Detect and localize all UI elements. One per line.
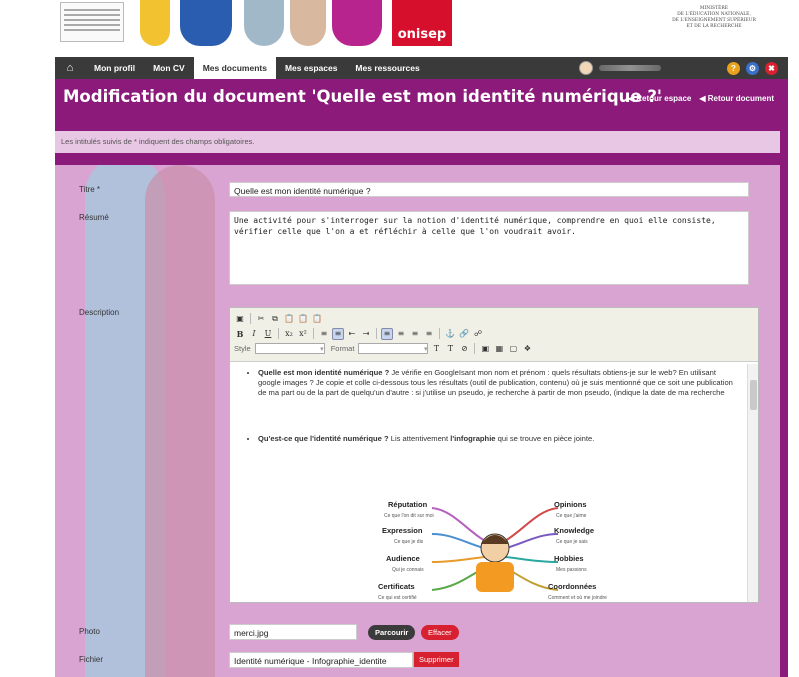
infographic-label: Audience <box>386 554 420 563</box>
infographic-label: Opinions <box>554 500 587 509</box>
source-icon[interactable]: ▣ <box>234 313 246 325</box>
header-banner: onisep MINISTÈRE DE L'ÉDUCATION NATIONAL… <box>0 0 799 57</box>
logout-icon[interactable]: ✖ <box>765 61 778 75</box>
format-select[interactable]: ▾ <box>358 343 429 354</box>
file-input[interactable]: Identité numérique - Infographie_identit… <box>229 652 413 668</box>
infographic-sub: Ce que j'aime <box>556 513 587 519</box>
decorative-silhouette <box>145 165 215 677</box>
infographic-label: Coordonnées <box>548 582 597 591</box>
outdent-icon[interactable]: ⇤ <box>346 328 358 340</box>
rich-text-editor: ▣ ✂ ⧉ 📋 📋 📋 B I U x₂ x² ≡ ≡ ⇤ ⇥ ≡ ≡ ≡ ≡ … <box>229 307 759 603</box>
photo-input[interactable]: merci.jpg <box>229 624 357 640</box>
infographic-label: Knowledge <box>554 526 595 535</box>
nav-mes-documents[interactable]: Mes documents <box>193 57 276 79</box>
bulleted-list-icon[interactable]: ≡ <box>332 327 344 340</box>
subscript-icon[interactable]: x₂ <box>283 328 295 340</box>
file-label: Fichier <box>79 655 104 664</box>
home-icon[interactable]: ⌂ <box>55 57 85 79</box>
justify-icon[interactable]: ≡ <box>423 328 435 340</box>
page-title: Modification du document 'Quelle est mon… <box>63 87 662 106</box>
unlink-icon[interactable]: ☍ <box>472 328 484 340</box>
ministry-crest-logo <box>60 2 124 42</box>
chevron-down-icon: ▾ <box>320 345 324 353</box>
delete-file-button[interactable]: Supprimer <box>414 652 459 667</box>
infographic-label: Certificats <box>378 582 415 591</box>
italic-icon[interactable]: I <box>248 328 260 340</box>
nav-mon-profil[interactable]: Mon profil <box>85 57 144 79</box>
infographic-label: Expression <box>382 526 423 535</box>
paste-word-icon[interactable]: 📋 <box>311 313 323 325</box>
decorative-letter <box>332 0 382 46</box>
paste-icon[interactable]: 📋 <box>283 313 295 325</box>
ministry-label: MINISTÈRE DE L'ÉDUCATION NATIONALE, DE L… <box>672 6 756 29</box>
copy-icon[interactable]: ⧉ <box>269 313 281 325</box>
underline-icon[interactable]: U <box>262 328 274 340</box>
link-icon[interactable]: 🔗 <box>458 328 470 340</box>
help-icon[interactable]: ? <box>727 61 740 75</box>
align-center-icon[interactable]: ≡ <box>395 328 407 340</box>
cut-icon[interactable]: ✂ <box>255 313 267 325</box>
infographic-sub: Ce que je dis <box>394 539 424 545</box>
format-label: Format <box>330 344 355 353</box>
decorative-letter <box>244 0 284 46</box>
onisep-logo[interactable]: onisep <box>392 0 452 46</box>
main-nav: ⌂ Mon profil Mon CV Mes documents Mes es… <box>55 57 788 79</box>
blocks-icon[interactable]: ❖ <box>521 343 533 355</box>
settings-gear-icon[interactable]: ⚙ <box>746 61 759 75</box>
superscript-icon[interactable]: x² <box>297 328 309 340</box>
infographic-sub: Comment et où me joindre <box>548 595 607 601</box>
anchor-icon[interactable]: ⚓ <box>444 328 456 340</box>
paste-text-icon[interactable]: 📋 <box>297 313 309 325</box>
style-select[interactable]: ▾ <box>254 343 325 354</box>
infographic-sub: Ce que l'on dit sur moi <box>384 513 434 519</box>
bold-icon[interactable]: B <box>234 328 246 340</box>
infographic-sub: Ce que je sais <box>556 539 588 545</box>
text-color-icon[interactable]: T <box>430 343 442 355</box>
mandatory-fields-note: Les intitulés suivis de * indiquent des … <box>55 131 780 153</box>
summary-textarea[interactable]: Une activité pour s'interroger sur la no… <box>229 211 749 285</box>
editor-content[interactable]: Quelle est mon identité numérique ? Je v… <box>230 362 758 602</box>
maximize-icon[interactable]: ▢ <box>507 343 519 355</box>
infographic-label: Réputation <box>388 500 428 509</box>
numbered-list-icon[interactable]: ≡ <box>318 328 330 340</box>
back-space-link[interactable]: ◀ Retour espace <box>628 94 692 103</box>
title-input[interactable]: Quelle est mon identité numérique ? <box>229 182 749 197</box>
bg-color-icon[interactable]: T <box>444 343 456 355</box>
decorative-letter <box>180 0 232 46</box>
chevron-down-icon: ▾ <box>423 345 428 353</box>
list-item: Qu'est-ce que l'identité numérique ? Lis… <box>258 434 738 444</box>
align-left-icon[interactable]: ≡ <box>381 327 393 340</box>
infographic-label: Hobbies <box>554 554 584 563</box>
editor-scrollbar[interactable] <box>747 364 758 602</box>
infographic-sub: Mes passions <box>556 567 587 573</box>
identity-infographic: Réputation Ce que l'on dit sur moi Expre… <box>370 496 620 602</box>
decorative-letter <box>140 0 170 46</box>
infographic-sub: Ce qui est certifié <box>378 595 417 601</box>
photo-label: Photo <box>79 627 100 636</box>
image-icon[interactable]: ▣ <box>479 343 491 355</box>
nav-mon-cv[interactable]: Mon CV <box>144 57 194 79</box>
nav-mes-ressources[interactable]: Mes ressources <box>346 57 428 79</box>
back-document-link[interactable]: ◀ Retour document <box>699 94 774 103</box>
browse-button[interactable]: Parcourir <box>368 625 416 640</box>
decorative-letter <box>290 0 326 46</box>
title-label: Titre * <box>79 185 101 194</box>
align-right-icon[interactable]: ≡ <box>409 328 421 340</box>
user-avatar[interactable] <box>579 61 593 75</box>
infographic-sub: Qui je connais <box>392 567 424 573</box>
nav-mes-espaces[interactable]: Mes espaces <box>276 57 346 79</box>
indent-icon[interactable]: ⇥ <box>360 328 372 340</box>
remove-format-icon[interactable]: ⊘ <box>458 343 470 355</box>
table-icon[interactable]: ▦ <box>493 343 505 355</box>
summary-label: Résumé <box>79 213 109 222</box>
main-content: Modification du document 'Quelle est mon… <box>55 79 788 677</box>
user-name-blurred <box>599 65 661 71</box>
clear-button[interactable]: Effacer <box>421 625 459 640</box>
form-panel: Titre * Quelle est mon identité numériqu… <box>55 165 780 677</box>
style-label: Style <box>234 344 251 353</box>
editor-toolbar: ▣ ✂ ⧉ 📋 📋 📋 B I U x₂ x² ≡ ≡ ⇤ ⇥ ≡ ≡ ≡ ≡ … <box>230 308 758 362</box>
description-label: Description <box>79 308 120 317</box>
list-item: Quelle est mon identité numérique ? Je v… <box>258 368 738 398</box>
